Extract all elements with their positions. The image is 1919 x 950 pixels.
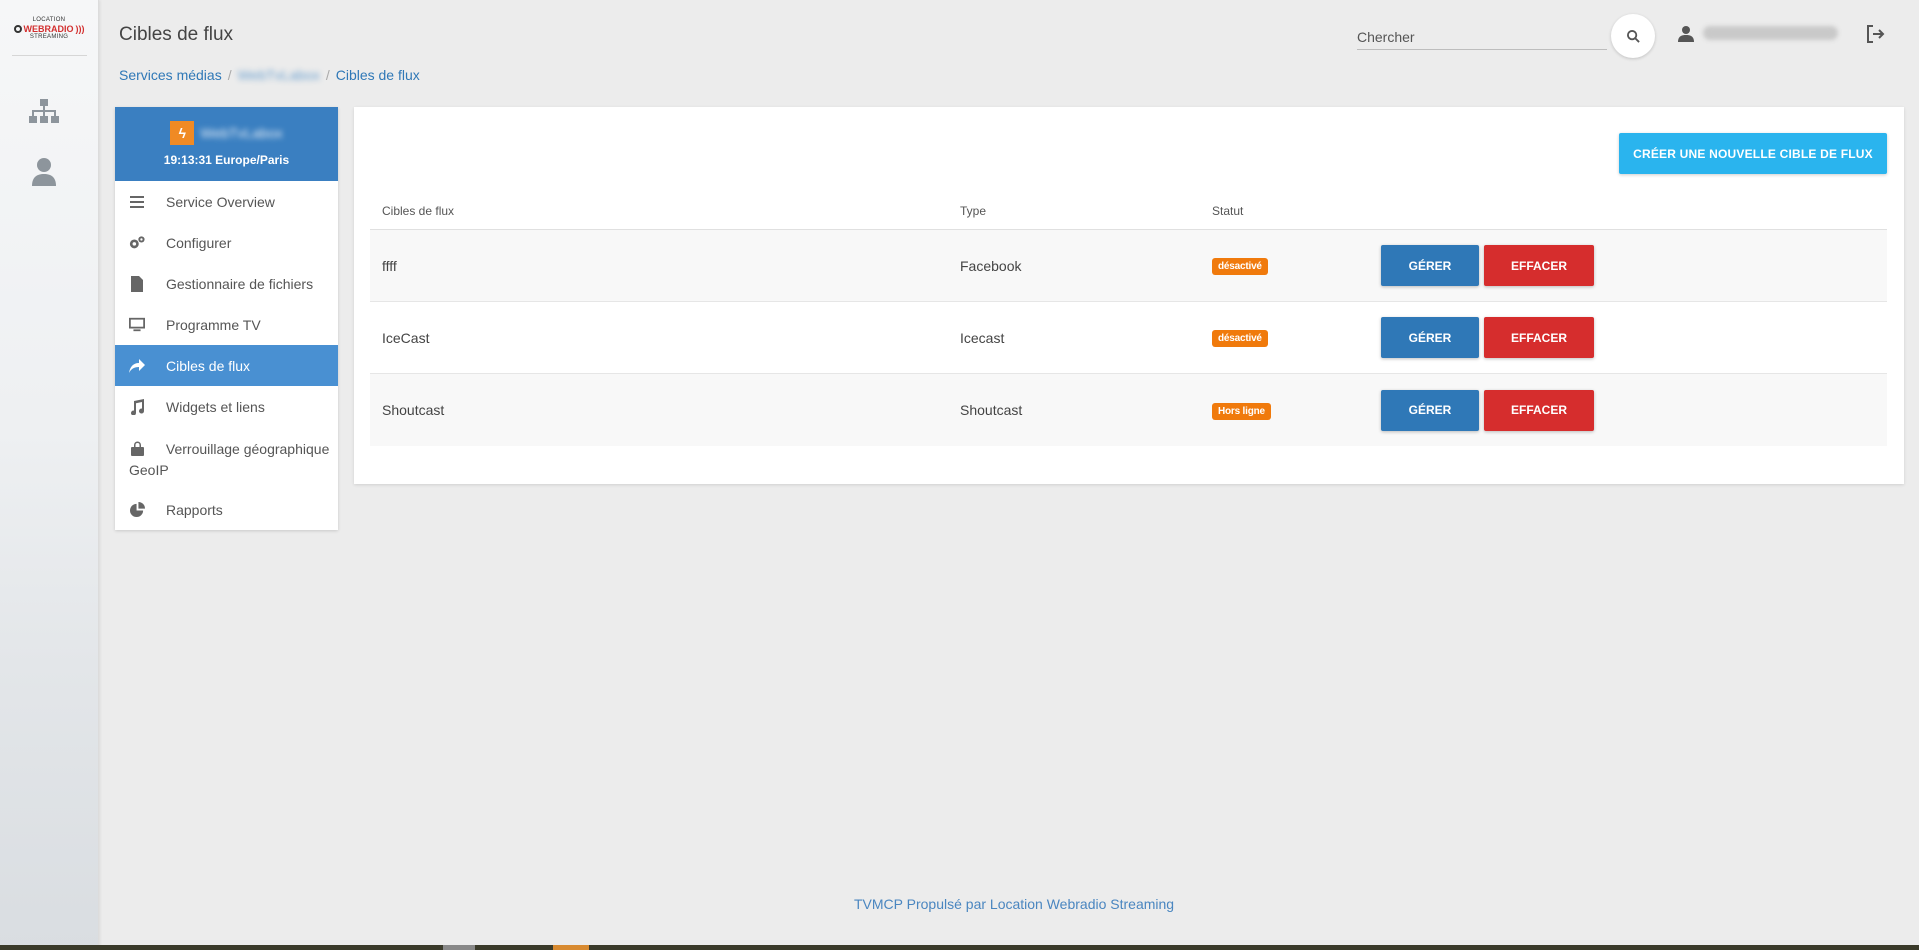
list-icon — [129, 194, 145, 210]
manage-button[interactable]: Gérer — [1381, 317, 1479, 358]
sidebar-item-label: Configurer — [166, 234, 232, 251]
sidebar-item-label: Service Overview — [166, 193, 275, 210]
manage-button[interactable]: Gérer — [1381, 389, 1479, 431]
service-nav-card: ϟ WebTvLabox 19:13:31 Europe/Paris Servi… — [115, 107, 338, 530]
table-row: IceCast Icecast désactivé Gérer Effacer — [370, 302, 1887, 374]
sidebar-item-stream-targets[interactable]: Cibles de flux — [115, 345, 338, 386]
taskbar-strip — [0, 945, 1919, 950]
sidebar-item-label: Cibles de flux — [166, 357, 251, 374]
sidebar-item-geoip-lock[interactable]: Verrouillage géographique GeoIP — [115, 427, 338, 489]
sidebar-item-reports[interactable]: Rapports — [115, 489, 338, 530]
column-header-name: Cibles de flux — [382, 204, 455, 218]
search-icon — [1626, 29, 1640, 43]
sidebar-item-tv-program[interactable]: Programme TV — [115, 304, 338, 345]
breadcrumb-media-services[interactable]: Services médias — [119, 67, 222, 83]
stream-targets-card: Créer une nouvelle cible de flux Cibles … — [354, 107, 1904, 484]
file-icon — [129, 275, 145, 292]
sidebar-item-widgets[interactable]: Widgets et liens — [115, 386, 338, 427]
logo-main-text: WEBRADIO — [23, 24, 74, 34]
user-profile-icon[interactable] — [28, 157, 60, 187]
breadcrumb-separator: / — [227, 67, 232, 83]
target-type: Icecast — [960, 329, 1005, 346]
rail-divider — [12, 55, 87, 56]
search-button[interactable] — [1611, 14, 1655, 58]
sidebar-item-label: Gestionnaire de fichiers — [166, 275, 314, 292]
table-header: Cibles de flux Type Statut — [370, 204, 1887, 230]
brand-logo[interactable]: LOCATION WEBRADIO ))) STREAMING — [12, 14, 86, 44]
create-stream-target-button[interactable]: Créer une nouvelle cible de flux — [1619, 133, 1887, 174]
status-badge: désactivé — [1212, 330, 1268, 347]
breadcrumb-separator: / — [325, 67, 330, 83]
station-header: ϟ WebTvLabox 19:13:31 Europe/Paris — [115, 107, 338, 181]
logo-wave-icon: ))) — [75, 24, 85, 34]
column-header-status: Statut — [1212, 204, 1244, 218]
sidebar-item-label: Rapports — [166, 501, 223, 518]
sidebar-item-configure[interactable]: Configurer — [115, 222, 338, 263]
sidebar-item-label: Programme TV — [166, 316, 261, 333]
music-icon — [129, 398, 145, 415]
sidebar-item-label: Widgets et liens — [166, 398, 265, 415]
sidebar-item-file-manager[interactable]: Gestionnaire de fichiers — [115, 263, 338, 304]
breadcrumb-current[interactable]: Cibles de flux — [336, 67, 420, 83]
pie-chart-icon — [129, 502, 145, 518]
breadcrumb: Services médias / WebTvLabox / Cibles de… — [119, 67, 420, 83]
logo-globe-icon — [13, 25, 22, 33]
breadcrumb-station[interactable]: WebTvLabox — [238, 67, 320, 83]
sitemap-icon[interactable] — [28, 97, 60, 127]
status-badge: Hors ligne — [1212, 402, 1271, 420]
status-badge: désactivé — [1212, 258, 1268, 275]
table-row: ffff Facebook désactivé Gérer Effacer — [370, 230, 1887, 302]
monitor-icon — [129, 317, 145, 333]
page-title: Cibles de flux — [119, 24, 234, 45]
column-header-type: Type — [960, 204, 987, 218]
sidebar-item-label: Verrouillage géographique GeoIP — [129, 441, 330, 478]
footer-credit[interactable]: TVMCP Propulsé par Location Webradio Str… — [854, 896, 1174, 912]
logo-bottom-text: STREAMING — [29, 34, 69, 40]
left-rail: LOCATION WEBRADIO ))) STREAMING — [0, 0, 99, 950]
share-icon — [129, 358, 145, 374]
gears-icon — [129, 235, 145, 251]
sidebar-item-service-overview[interactable]: Service Overview — [115, 181, 338, 222]
server-time: 19:13:31 Europe/Paris — [163, 153, 290, 167]
delete-button[interactable]: Effacer — [1484, 317, 1594, 358]
station-logo-icon: ϟ — [170, 121, 195, 145]
lock-icon — [129, 441, 145, 457]
table-row: Shoutcast Shoutcast Hors ligne Gérer Eff… — [370, 374, 1887, 446]
stream-targets-table: Cibles de flux Type Statut ffff Facebook… — [370, 204, 1887, 446]
manage-button[interactable]: Gérer — [1381, 245, 1479, 286]
target-name: IceCast — [382, 329, 430, 346]
target-type: Shoutcast — [960, 402, 1023, 418]
logout-icon[interactable] — [1865, 24, 1887, 46]
account-icon[interactable] — [1677, 25, 1695, 43]
search-field[interactable] — [1357, 26, 1607, 50]
target-name: Shoutcast — [382, 402, 445, 418]
logo-top-text: LOCATION — [32, 17, 66, 23]
user-name-redacted[interactable] — [1703, 26, 1838, 40]
search-input[interactable] — [1357, 26, 1607, 48]
target-type: Facebook — [960, 257, 1022, 274]
station-name: WebTvLabox — [200, 125, 283, 141]
delete-button[interactable]: Effacer — [1484, 389, 1594, 431]
target-name: ffff — [382, 257, 397, 274]
delete-button[interactable]: Effacer — [1484, 245, 1594, 286]
